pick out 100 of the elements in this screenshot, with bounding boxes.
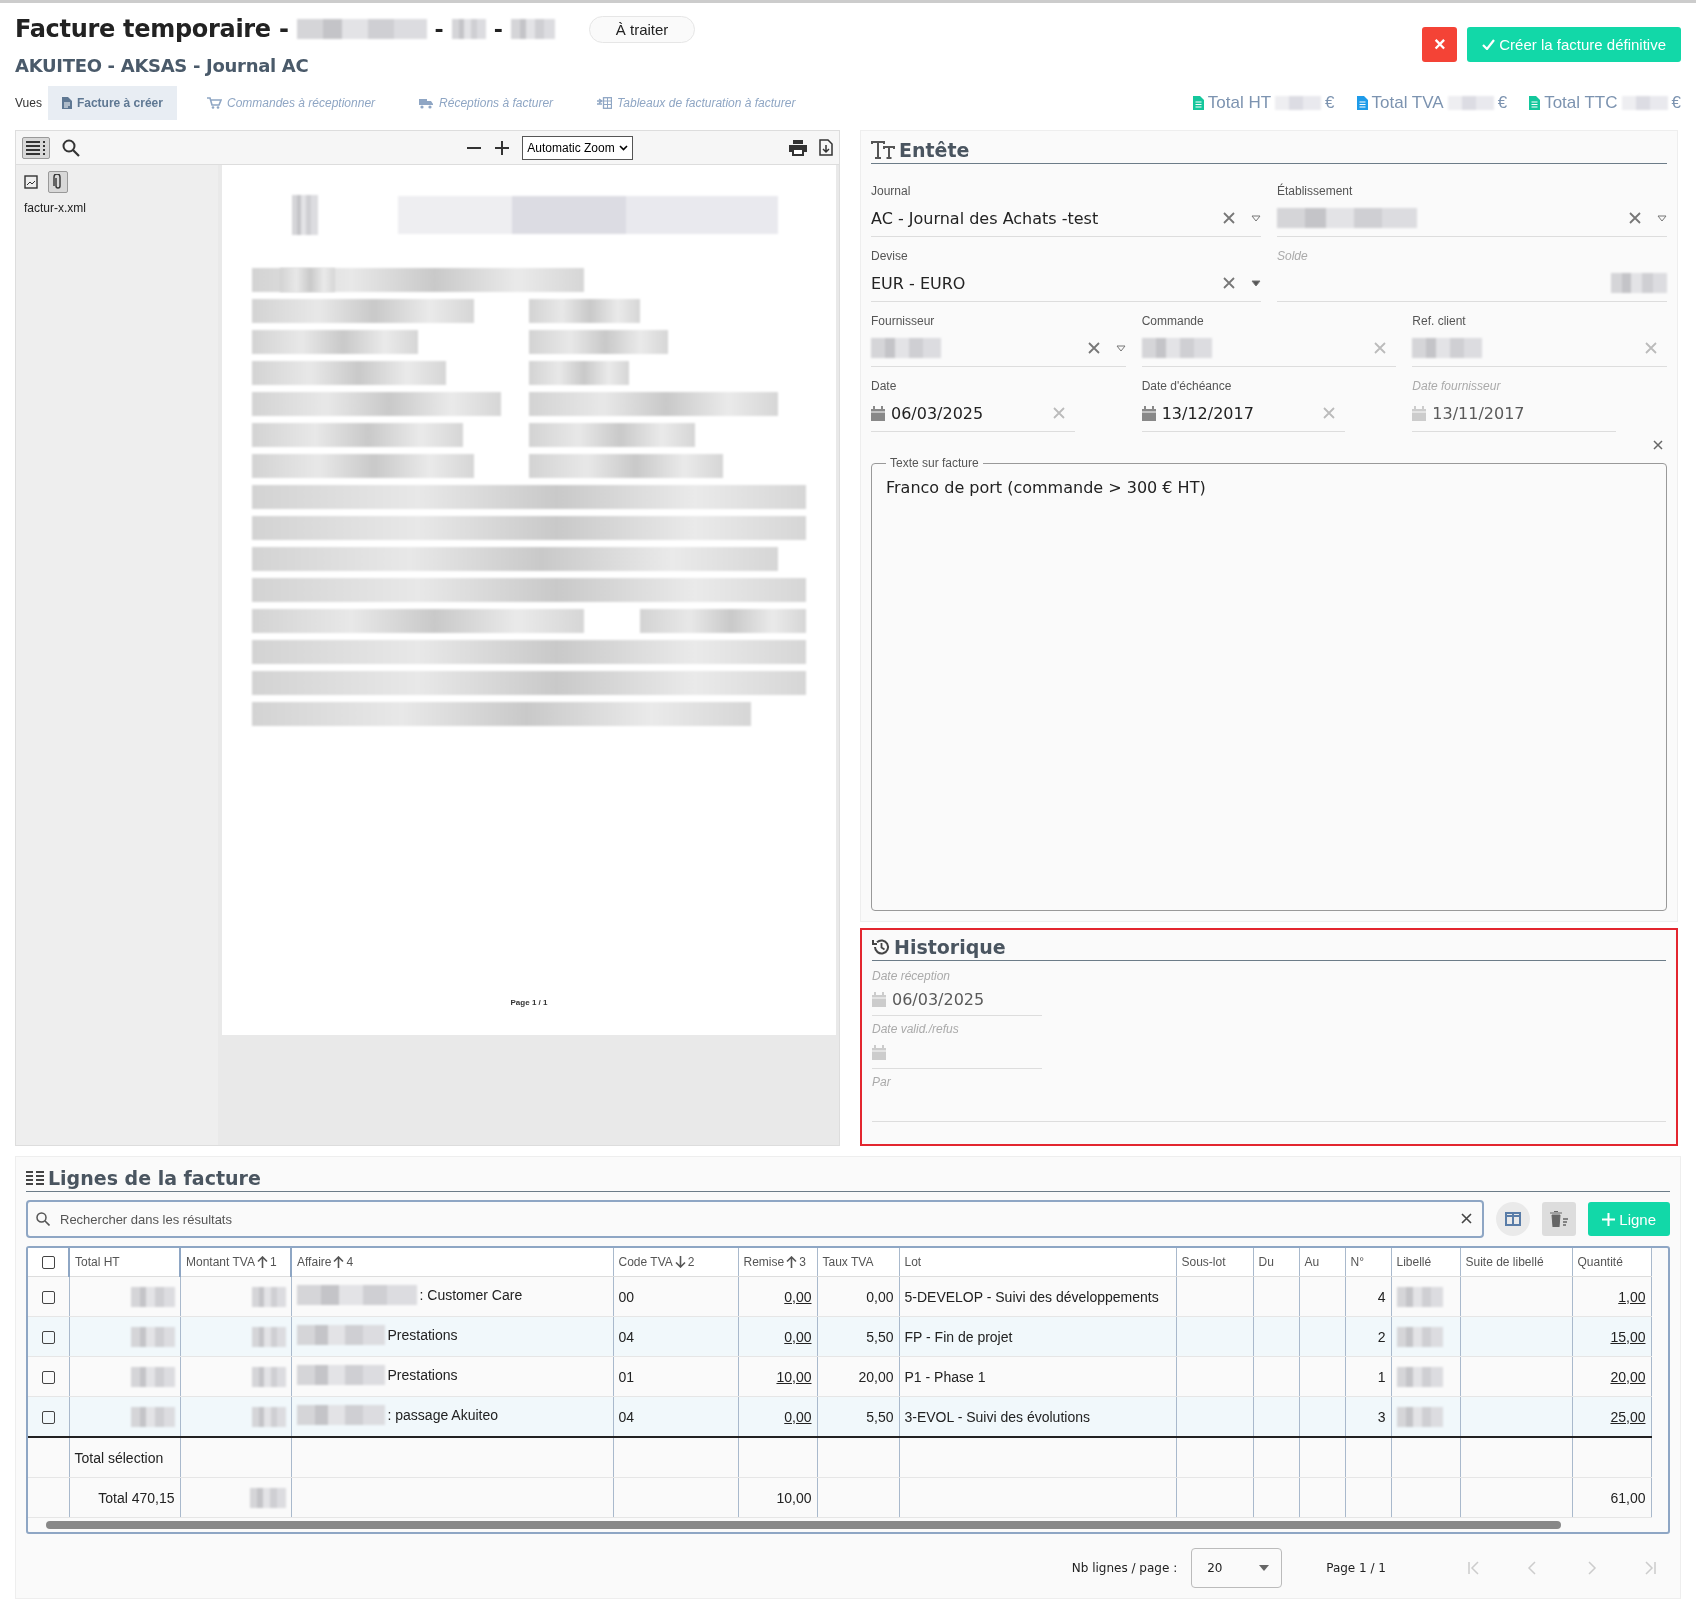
calendar-icon <box>872 1044 886 1060</box>
blurred-logo <box>292 195 318 235</box>
column-header[interactable]: Remise 3 <box>738 1248 817 1277</box>
download-icon[interactable] <box>819 139 833 156</box>
check-icon <box>1482 39 1496 50</box>
table-cell: 10,00 <box>776 1489 812 1506</box>
total-label: Total TTC <box>1544 93 1618 113</box>
table-cell: 61,00 <box>1610 1489 1646 1506</box>
zoom-in-icon[interactable] <box>494 139 511 156</box>
row-checkbox[interactable] <box>41 1371 55 1385</box>
total-label: Total HT <box>1207 93 1272 113</box>
sidebar-toggle-icon[interactable] <box>22 136 50 159</box>
blurred-text <box>510 19 555 39</box>
status-badge: À traiter <box>588 15 696 43</box>
table-cell: Prestations <box>387 1327 458 1343</box>
table-cell: Total 470,15 <box>98 1489 175 1506</box>
date-field[interactable]: Date d'échéance 13/12/2017 <box>1141 379 1346 432</box>
scrollbar-thumb[interactable] <box>46 1521 1561 1529</box>
dropdown-caret-icon[interactable] <box>1251 279 1261 287</box>
table-cell: FP - Fin de projet <box>904 1328 1013 1345</box>
blurred-text <box>130 1326 175 1347</box>
clear-filter-icon[interactable] <box>1542 1202 1577 1236</box>
document-icon <box>1192 96 1204 110</box>
list-icon <box>26 1170 44 1186</box>
date-field[interactable]: Date 06/03/2025 <box>871 379 1075 432</box>
caret-icon <box>618 144 628 151</box>
table-cell: 2 <box>1377 1328 1386 1345</box>
currency-sign: € <box>1671 93 1681 113</box>
cancel-button[interactable]: × <box>1422 27 1458 62</box>
currency-sign: € <box>1497 93 1508 113</box>
columns-icon[interactable] <box>1496 1202 1531 1236</box>
page-number: Page 1 / 1 <box>510 998 548 1007</box>
row-checkbox[interactable] <box>41 1291 55 1305</box>
discount-link[interactable]: 0,00 <box>784 1408 812 1425</box>
thumbnail-icon[interactable] <box>24 175 38 189</box>
quantity-link[interactable]: 1,00 <box>1618 1288 1646 1305</box>
blurred-text <box>1447 96 1494 110</box>
quantity-link[interactable]: 25,00 <box>1610 1408 1646 1425</box>
rows-per-page-label: Nb lignes / page : <box>1071 1561 1178 1575</box>
column-header[interactable]: Affaire 4 <box>291 1248 613 1277</box>
dropdown-caret-icon[interactable] <box>1251 214 1261 222</box>
input-field[interactable]: Commande <box>1141 314 1397 367</box>
table-cell: 3-EVOL - Suivi des évolutions <box>904 1408 1090 1425</box>
column-header[interactable]: Montant TVA 1 <box>180 1248 291 1277</box>
view-tab[interactable]: Facture à créer <box>47 86 177 120</box>
title-separator: - <box>493 16 503 42</box>
clear-icon[interactable] <box>1653 440 1663 450</box>
clear-icon[interactable] <box>1087 342 1100 354</box>
column-header[interactable]: Au <box>1299 1248 1345 1277</box>
text-size-icon <box>871 141 895 159</box>
discount-link[interactable]: 10,00 <box>776 1368 812 1385</box>
select-field[interactable]: Journal AC - Journal des Achats -test <box>871 184 1261 237</box>
column-header[interactable]: Quantité <box>1572 1248 1651 1277</box>
blurred-text <box>130 1286 175 1307</box>
blurred-text <box>1412 338 1483 358</box>
table-cell: 0,00 <box>866 1288 894 1305</box>
attachment-item[interactable]: factur-x.xml <box>24 201 210 215</box>
column-header[interactable]: Sous-lot <box>1176 1248 1253 1277</box>
column-header[interactable]: Libellé <box>1391 1248 1460 1277</box>
table-cell: 5-DEVELOP - Suivi des développements <box>904 1288 1159 1305</box>
input-field[interactable]: Ref. client <box>1412 314 1667 367</box>
table-cell: : passage Akuiteo <box>387 1407 499 1423</box>
views-label: Vues <box>15 96 42 110</box>
clear-icon[interactable] <box>1629 212 1641 224</box>
column-header[interactable]: Lot <box>899 1248 1176 1277</box>
select-field[interactable]: Établissement <box>1277 184 1667 237</box>
quantity-link[interactable]: 15,00 <box>1610 1328 1646 1345</box>
section-title: Lignes de la facture <box>48 1167 261 1189</box>
column-header[interactable]: Taux TVA <box>817 1248 899 1277</box>
column-header[interactable]: Code TVA 2 <box>613 1248 738 1277</box>
attachment-icon[interactable] <box>48 171 68 193</box>
column-header[interactable]: Total HT <box>69 1248 180 1277</box>
dropdown-caret-icon[interactable] <box>1115 344 1126 352</box>
print-icon[interactable] <box>789 139 807 156</box>
select-field[interactable]: Devise EUR - EURO <box>871 249 1261 302</box>
column-header[interactable]: N° <box>1345 1248 1391 1277</box>
search-field[interactable]: Rechercher dans les résultats <box>26 1200 1485 1238</box>
clear-icon[interactable] <box>1461 1213 1473 1224</box>
calendar-icon <box>1141 405 1156 421</box>
table-cell: 00 <box>618 1288 635 1305</box>
row-checkbox[interactable] <box>41 1411 55 1425</box>
total-label: Total TVA <box>1371 93 1444 113</box>
quantity-link[interactable]: 20,00 <box>1610 1368 1646 1385</box>
column-header[interactable]: Du <box>1253 1248 1299 1277</box>
table-icon <box>597 97 613 109</box>
select-all-checkbox[interactable] <box>41 1256 55 1270</box>
row-checkbox[interactable] <box>41 1331 55 1345</box>
document-icon <box>1356 96 1368 110</box>
rows-per-page-select[interactable]: 20 <box>1191 1548 1283 1588</box>
dropdown-caret-icon[interactable] <box>1657 214 1667 222</box>
clear-icon[interactable] <box>1223 277 1235 289</box>
zoom-select[interactable]: Automatic Zoom <box>522 135 633 160</box>
search-icon[interactable] <box>62 138 80 157</box>
column-header[interactable]: Suite de libellé <box>1460 1248 1572 1277</box>
select-field[interactable]: Fournisseur <box>871 314 1126 367</box>
discount-link[interactable]: 0,00 <box>784 1328 812 1345</box>
clear-icon[interactable] <box>1223 212 1235 224</box>
discount-link[interactable]: 0,00 <box>784 1288 812 1305</box>
blurred-text <box>130 1366 175 1387</box>
textarea-field[interactable]: Texte sur facture Franco de port (commande > 300 € HT) <box>871 456 1667 911</box>
